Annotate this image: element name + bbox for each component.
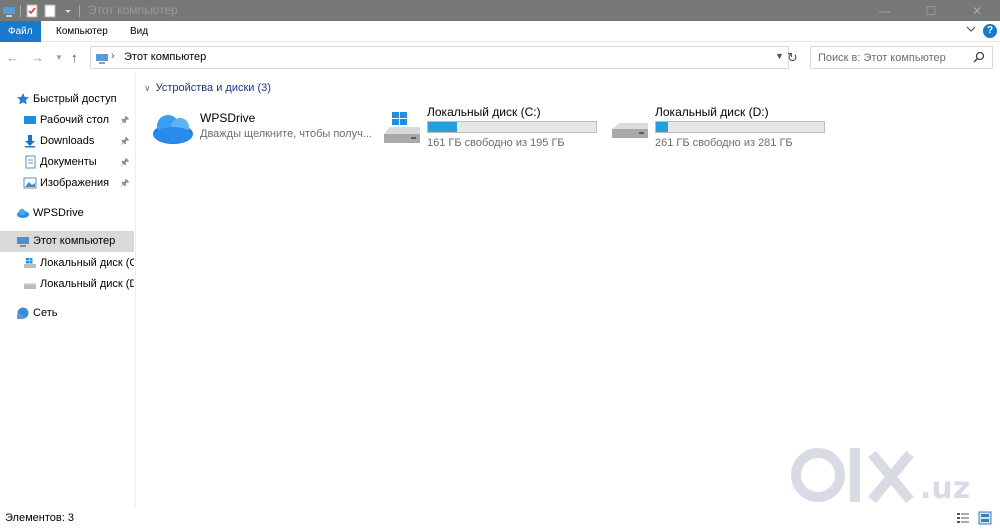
nav-quick-access-label: Быстрый доступ bbox=[33, 93, 117, 105]
close-button[interactable]: ✕ bbox=[954, 0, 1000, 21]
drive-usage-bar bbox=[427, 121, 597, 133]
nav-this-pc[interactable]: Этот компьютер bbox=[0, 231, 134, 252]
nav-drive-d-label: Локальный диск (D bbox=[40, 278, 134, 290]
tile-drive-d[interactable]: Локальный диск (D:) 261 ГБ свободно из 2… bbox=[610, 105, 830, 155]
address-row: ← → ▼ ↑ › Этот компьютер ▼ ↻ Поиск в: Эт… bbox=[0, 44, 1000, 72]
nav-wpsdrive[interactable]: WPSDrive bbox=[0, 203, 134, 224]
download-icon bbox=[23, 134, 37, 148]
cloud-icon bbox=[151, 107, 195, 150]
help-button[interactable]: ? bbox=[983, 23, 997, 38]
tile-drive-c[interactable]: Локальный диск (C:) 161 ГБ свободно из 1… bbox=[382, 105, 602, 155]
back-arrow-icon[interactable]: ← bbox=[6, 50, 19, 65]
nav-item-desktop[interactable]: Рабочий стол 🖈 bbox=[0, 110, 134, 131]
search-input[interactable]: Поиск в: Этот компьютер bbox=[810, 46, 993, 69]
tile-subtitle: Дважды щелкните, чтобы получ... bbox=[200, 128, 372, 140]
collapse-chevron-icon[interactable]: ∨ bbox=[144, 83, 151, 94]
group-title: Устройства и диски (3) bbox=[155, 82, 271, 94]
ribbon-tabs: Файл Компьютер Вид ? bbox=[0, 21, 1000, 42]
breadcrumb-chevron-icon[interactable]: › bbox=[111, 50, 115, 62]
tile-name: WPSDrive bbox=[200, 111, 256, 125]
title-bar: Этот компьютер — ☐ ✕ bbox=[0, 0, 1000, 21]
drive-icon bbox=[610, 107, 650, 150]
drive-usage-bar bbox=[655, 121, 825, 133]
tab-file[interactable]: Файл bbox=[0, 21, 41, 42]
this-pc-icon bbox=[16, 234, 30, 248]
nav-network[interactable]: Сеть bbox=[0, 303, 134, 324]
nav-network-label: Сеть bbox=[33, 307, 58, 319]
forward-arrow-icon[interactable]: → bbox=[31, 50, 44, 65]
pin-icon[interactable]: 🖈 bbox=[120, 134, 129, 151]
properties-icon[interactable] bbox=[25, 4, 39, 18]
nav-drive-c[interactable]: Локальный диск (C bbox=[0, 253, 134, 274]
customize-toolbar-chevron-icon[interactable] bbox=[61, 4, 75, 18]
tile-wpsdrive[interactable]: WPSDrive Дважды щелкните, чтобы получ... bbox=[151, 105, 372, 155]
tiles-view-icon[interactable] bbox=[978, 511, 992, 528]
tile-subtitle: 261 ГБ свободно из 281 ГБ bbox=[655, 137, 793, 149]
breadcrumb[interactable]: Этот компьютер bbox=[124, 51, 206, 63]
details-view-icon[interactable] bbox=[956, 511, 970, 528]
pin-icon[interactable]: 🖈 bbox=[120, 113, 129, 130]
tab-view[interactable]: Вид bbox=[122, 21, 156, 42]
cloud-icon bbox=[16, 206, 30, 220]
navigation-pane: Быстрый доступ Рабочий стол 🖈 Downloads … bbox=[0, 72, 136, 507]
desktop-icon bbox=[23, 113, 37, 127]
pin-icon[interactable]: 🖈 bbox=[120, 176, 129, 193]
this-pc-icon bbox=[2, 4, 16, 18]
items-count: Элементов: 3 bbox=[5, 512, 74, 524]
minimize-button[interactable]: — bbox=[862, 0, 908, 21]
toolbar-separator bbox=[79, 4, 80, 17]
pin-icon[interactable]: 🖈 bbox=[120, 155, 129, 172]
address-bar[interactable]: › Этот компьютер ▼ bbox=[90, 46, 789, 69]
this-pc-icon bbox=[95, 51, 109, 68]
tile-name: Локальный диск (D:) bbox=[655, 105, 769, 119]
up-arrow-icon[interactable]: ↑ bbox=[71, 50, 78, 65]
tab-computer[interactable]: Компьютер bbox=[48, 21, 116, 42]
nav-drive-d[interactable]: Локальный диск (D bbox=[0, 274, 134, 295]
nav-quick-access[interactable]: Быстрый доступ bbox=[0, 89, 134, 110]
toolbar-separator bbox=[20, 4, 21, 17]
search-placeholder: Поиск в: Этот компьютер bbox=[818, 52, 946, 64]
nav-wpsdrive-label: WPSDrive bbox=[33, 207, 84, 219]
watermark-logo: .uz bbox=[790, 440, 990, 510]
maximize-button[interactable]: ☐ bbox=[908, 0, 954, 21]
status-bar: Элементов: 3 bbox=[0, 507, 1000, 530]
nav-item-label: Рабочий стол bbox=[40, 114, 110, 126]
nav-item-documents[interactable]: Документы 🖈 bbox=[0, 152, 134, 173]
drive-usage-fill bbox=[656, 122, 668, 132]
quick-access-toolbar bbox=[2, 2, 80, 19]
nav-this-pc-label: Этот компьютер bbox=[33, 235, 116, 247]
new-folder-icon[interactable] bbox=[43, 4, 57, 18]
nav-item-pictures[interactable]: Изображения 🖈 bbox=[0, 173, 134, 194]
network-icon bbox=[16, 306, 30, 320]
windows-drive-icon bbox=[23, 256, 37, 270]
refresh-icon[interactable]: ↻ bbox=[787, 50, 798, 66]
content-pane: ∨ Устройства и диски (3) WPSDrive Дважды… bbox=[137, 72, 997, 507]
nav-item-label: Документы bbox=[40, 156, 97, 168]
nav-item-label: Изображения bbox=[40, 177, 110, 189]
window-title: Этот компьютер bbox=[88, 3, 178, 17]
recent-locations-chevron-icon[interactable]: ▼ bbox=[55, 53, 63, 62]
tile-subtitle: 161 ГБ свободно из 195 ГБ bbox=[427, 137, 565, 149]
nav-item-label: Downloads bbox=[40, 135, 95, 147]
drive-icon bbox=[23, 277, 37, 291]
svg-text:.uz: .uz bbox=[920, 471, 970, 506]
drive-usage-fill bbox=[428, 122, 457, 132]
tile-name: Локальный диск (C:) bbox=[427, 105, 541, 119]
address-dropdown-icon[interactable]: ▼ bbox=[775, 51, 784, 61]
group-header-devices[interactable]: ∨ Устройства и диски (3) bbox=[144, 82, 271, 94]
pictures-icon bbox=[23, 176, 37, 190]
windows-drive-icon bbox=[382, 107, 422, 150]
nav-item-downloads[interactable]: Downloads 🖈 bbox=[0, 131, 134, 152]
documents-icon bbox=[23, 155, 37, 169]
star-icon bbox=[16, 92, 30, 106]
expand-ribbon-chevron-icon[interactable] bbox=[965, 23, 977, 38]
search-icon[interactable] bbox=[972, 50, 986, 67]
nav-drive-c-label: Локальный диск (C bbox=[40, 257, 134, 269]
